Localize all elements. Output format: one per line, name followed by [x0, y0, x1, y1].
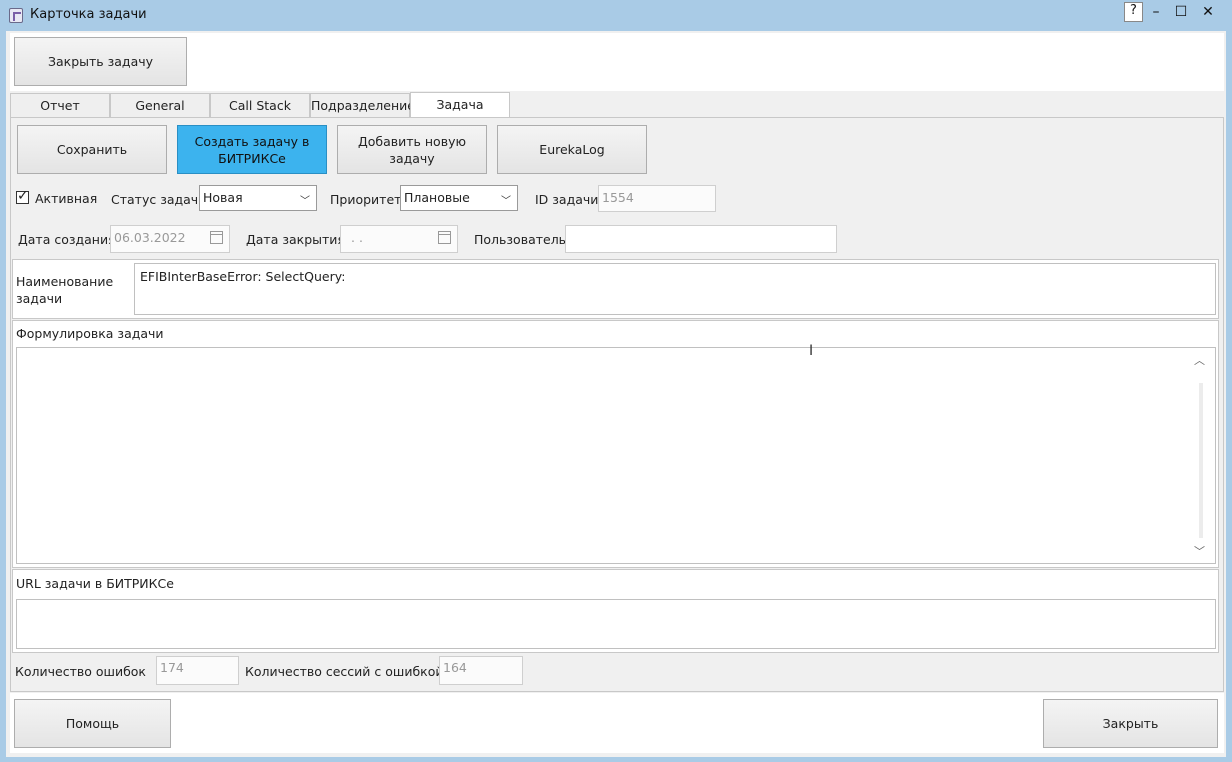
scroll-down-icon[interactable]: ﹀	[1194, 543, 1205, 559]
save-button[interactable]: Сохранить	[17, 125, 167, 174]
created-date-field[interactable]: 06.03.2022	[110, 225, 230, 253]
text-cursor-icon: I	[809, 343, 814, 359]
eurekalog-button[interactable]: EurekaLog	[497, 125, 647, 174]
tab-call-stack[interactable]: Call Stack	[210, 93, 310, 117]
add-new-task-button[interactable]: Добавить новую задачу	[337, 125, 487, 174]
tab-report[interactable]: Отчет	[10, 93, 110, 117]
tab-general[interactable]: General	[110, 93, 210, 117]
user-label: Пользователь	[474, 232, 567, 247]
task-id-field[interactable]: 1554	[598, 185, 716, 212]
url-label: URL задачи в БИТРИКСе	[16, 576, 174, 591]
calendar-icon[interactable]	[210, 231, 223, 244]
active-checkbox[interactable]	[16, 188, 29, 204]
closed-date-field[interactable]: . .	[340, 225, 458, 253]
footer-bar	[10, 693, 1224, 753]
scroll-up-icon[interactable]: ︿	[1194, 352, 1205, 368]
url-field[interactable]	[16, 599, 1216, 649]
user-field[interactable]	[565, 225, 837, 253]
description-field[interactable]: ︿ ﹀	[16, 347, 1216, 564]
priority-select[interactable]: Плановые ﹀	[400, 185, 518, 211]
chevron-down-icon: ﹀	[300, 196, 310, 207]
tab-task[interactable]: Задача	[410, 92, 510, 118]
create-bitrix-task-button[interactable]: Создать задачу в БИТРИКСе	[177, 125, 327, 174]
status-value: Новая	[203, 190, 243, 205]
close-button[interactable]: Закрыть	[1043, 699, 1218, 748]
created-date-value: 06.03.2022	[114, 230, 186, 245]
close-task-button[interactable]: Закрыть задачу	[14, 37, 187, 86]
close-icon[interactable]: ✕	[1197, 2, 1219, 22]
top-toolbar	[10, 33, 1224, 91]
errors-count-label: Количество ошибок	[15, 664, 146, 679]
priority-value: Плановые	[404, 190, 470, 205]
status-label: Статус задачи	[111, 192, 207, 207]
tab-department[interactable]: Подразделение	[310, 93, 415, 117]
sessions-count-field[interactable]: 164	[439, 656, 523, 685]
chevron-down-icon: ﹀	[501, 196, 511, 207]
closed-date-value: . .	[351, 230, 363, 245]
title-bar[interactable]: Карточка задачи ? – ☐ ✕	[0, 0, 1232, 30]
scrollbar-track[interactable]	[1199, 383, 1203, 538]
help-icon[interactable]: ?	[1124, 2, 1146, 22]
errors-count-field[interactable]: 174	[156, 656, 239, 685]
sessions-count-label: Количество сессий с ошибкой	[245, 664, 444, 679]
priority-label: Приоритет	[330, 192, 402, 207]
help-button[interactable]: Помощь	[14, 699, 171, 748]
window-title: Карточка задачи	[30, 7, 147, 22]
task-name-field[interactable]: EFIBInterBaseError: SelectQuery:	[134, 263, 1216, 315]
active-label: Активная	[35, 191, 98, 206]
maximize-icon[interactable]: ☐	[1170, 2, 1192, 22]
description-label: Формулировка задачи	[16, 326, 164, 341]
calendar-icon[interactable]	[438, 231, 451, 244]
task-name-label: Наименование задачи	[16, 274, 114, 306]
task-id-label: ID задачи	[535, 192, 599, 207]
closed-date-label: Дата закрытия	[246, 232, 345, 247]
app-icon	[9, 8, 23, 23]
minimize-icon[interactable]: –	[1145, 2, 1167, 22]
created-date-label: Дата создания	[18, 232, 116, 247]
status-select[interactable]: Новая ﹀	[199, 185, 317, 211]
